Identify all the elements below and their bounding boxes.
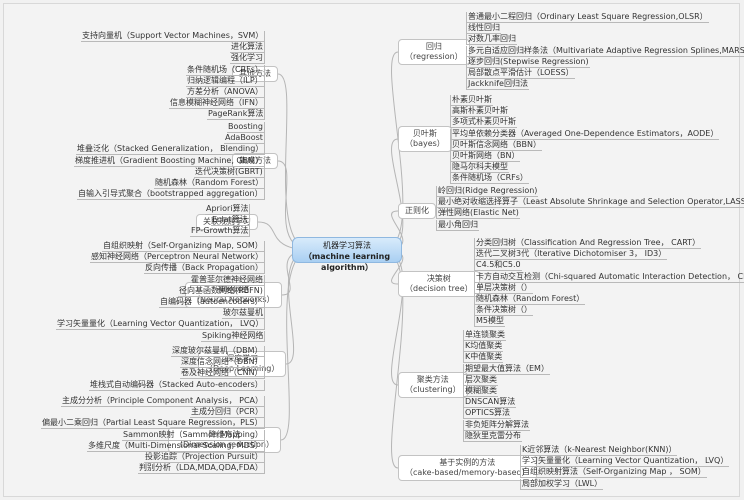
leaf-item[interactable]: K均值聚类 bbox=[463, 341, 504, 353]
leaf-item[interactable]: 方差分析（ANOVA） bbox=[186, 87, 266, 98]
leaf-item[interactable]: 感知神经网络（Perceptron Neural Network） bbox=[90, 252, 266, 264]
leaf-item[interactable]: Spiking神经网络 bbox=[201, 330, 266, 342]
leaf-item[interactable]: 隐狄里克雷分布 bbox=[463, 430, 522, 442]
leaf-item[interactable]: 梯度推进机（Gradient Boosting Machine, GBM） bbox=[74, 155, 266, 167]
leaf-item[interactable]: 隐马尔科夫模型 bbox=[450, 162, 509, 174]
leaf-item[interactable]: 学习矢量量化（Learning Vector Quantization， LVQ… bbox=[520, 456, 730, 468]
leaf-item[interactable]: 自输入引导式聚合（bootstrapped aggregation） bbox=[77, 189, 265, 201]
branch-sublabel: （clustering） bbox=[405, 385, 461, 394]
branch-label: 回归 bbox=[425, 42, 442, 51]
leaf-item[interactable]: 线性回归 bbox=[466, 23, 501, 35]
leaf-item[interactable]: 迭代二叉树3代（Iterative Dichotomiser 3， ID3） bbox=[474, 249, 668, 261]
leaf-item[interactable]: 多维尺度（Multi-Dimensional Scaling, MDS） bbox=[87, 440, 265, 452]
leaf-item[interactable]: 霍普菲尔德神经网络 bbox=[190, 274, 265, 286]
leaf-item[interactable]: 自编码器（autoencoders） bbox=[159, 297, 265, 308]
leaf-item[interactable]: Sammon映射（Sammon Mapping） bbox=[122, 429, 265, 441]
root-title: 机器学习算法 bbox=[323, 241, 371, 250]
right-branch-node[interactable]: 聚类方法 （clustering） bbox=[398, 372, 468, 398]
leaf-item[interactable]: DNSCAN算法 bbox=[463, 397, 517, 409]
branch-label: 基于实例的方法 bbox=[439, 458, 496, 467]
leaf-item[interactable]: 普通最小二程回归（Ordinary Least Square Regressio… bbox=[466, 12, 709, 23]
leaf-item[interactable]: 逐步回归(Stepwise Regression) bbox=[466, 56, 590, 68]
leaf-item[interactable]: 卡方自动交互检测（Chi-squared Automatic Interacti… bbox=[474, 271, 744, 283]
leaf-item[interactable]: 对数几率回归 bbox=[466, 34, 517, 46]
leaf-item[interactable]: 多元自适应回归样条法（Multivariate Adaptive Regress… bbox=[466, 45, 744, 57]
leaf-item[interactable]: 最小绝对收缩选择算子（Least Absolute Shrinkage and … bbox=[436, 197, 744, 209]
branch-label: 决策树 bbox=[426, 274, 451, 283]
leaf-item[interactable]: 条件随机场（CRFs） bbox=[186, 64, 265, 76]
leaf-item[interactable]: K中值聚类 bbox=[463, 352, 504, 364]
leaf-item[interactable]: 分类回归树（Classification And Regression Tree… bbox=[474, 238, 702, 249]
leaf-item[interactable]: 非负矩阵分解算法 bbox=[463, 419, 530, 431]
leaf-item[interactable]: 信息模糊神经网络（IFN） bbox=[169, 98, 265, 110]
right-branch-node[interactable]: 正则化 bbox=[398, 203, 436, 219]
leaf-item[interactable]: OPTICS算法 bbox=[463, 408, 512, 420]
leaf-item[interactable]: 多项式朴素贝叶斯 bbox=[450, 117, 517, 129]
leaf-item[interactable]: 自组织映射（Self-Organizing Map, SOM） bbox=[102, 241, 265, 252]
leaf-item[interactable]: 进化算法 bbox=[230, 42, 265, 54]
leaf-item[interactable]: 局部散点平滑估计（LOESS） bbox=[466, 68, 575, 79]
leaf-item[interactable]: 最小角回归 bbox=[436, 219, 479, 231]
leaf-item[interactable]: 贝叶斯信念网络（BBN） bbox=[450, 139, 542, 151]
leaf-item[interactable]: 朴素贝叶斯 bbox=[450, 95, 493, 106]
leaf-item[interactable]: PageRank算法 bbox=[207, 109, 266, 121]
leaf-item[interactable]: 局部加权学习（LWL） bbox=[520, 478, 604, 490]
leaf-item[interactable]: 深度信念网络（DBN） bbox=[180, 357, 265, 369]
branch-label: 聚类方法 bbox=[416, 375, 449, 384]
branch-sublabel: （cake-based/memory-based） bbox=[405, 468, 530, 477]
leaf-item[interactable]: 贝叶斯网络（BN） bbox=[450, 151, 521, 162]
leaf-item[interactable]: 径向基函数网络(RBFN) bbox=[178, 285, 265, 297]
leaf-item[interactable]: 玻尔兹曼机 bbox=[222, 308, 265, 320]
leaf-item[interactable]: 期望最大值算法（EM） bbox=[463, 363, 550, 375]
leaf-item[interactable]: 岭回归(Ridge Regression) bbox=[436, 186, 539, 197]
leaf-item[interactable]: 学习矢量量化（Learning Vector Quantization， LVQ… bbox=[56, 319, 266, 331]
branch-sublabel: （regression） bbox=[405, 52, 463, 61]
branch-sublabel: （bayes） bbox=[405, 139, 445, 148]
leaf-item[interactable]: 深度玻尔兹曼机（DBM） bbox=[171, 346, 265, 357]
leaf-item[interactable]: Eclat算法 bbox=[211, 215, 250, 227]
leaf-item[interactable]: 单连锁聚类 bbox=[463, 330, 506, 341]
leaf-item[interactable]: 随机森林（Random Forest） bbox=[474, 294, 586, 305]
root-subtitle: （machine learning algorithm） bbox=[303, 252, 391, 272]
leaf-item[interactable]: 归纳逻辑编程（ILP） bbox=[186, 75, 265, 87]
leaf-item[interactable]: 主成分分析（Principle Component Analysis， PCA） bbox=[61, 396, 266, 407]
leaf-item[interactable]: 弹性网络(Elastic Net) bbox=[436, 208, 520, 220]
leaf-item[interactable]: 高斯朴素贝叶斯 bbox=[450, 106, 509, 118]
leaf-item[interactable]: 单层决策树（） bbox=[474, 282, 533, 294]
branch-label: 正则化 bbox=[405, 206, 429, 215]
leaf-item[interactable]: FP-Growth算法 bbox=[190, 226, 251, 238]
leaf-item[interactable]: 偏最小二乘回归（Partial Least Square Regression，… bbox=[41, 418, 265, 430]
right-branch-node[interactable]: 贝叶斯 （bayes） bbox=[398, 126, 452, 152]
leaf-item[interactable]: 支持向量机（Support Vector Machines，SVM） bbox=[81, 31, 266, 42]
leaf-item[interactable]: K近邻算法（k-Nearest Neighbor(KNN)） bbox=[520, 445, 678, 456]
root-node[interactable]: 机器学习算法 （machine learning algorithm） bbox=[292, 237, 402, 272]
leaf-item[interactable]: 判别分析（LDA,MDA,QDA,FDA） bbox=[138, 463, 265, 475]
leaf-item[interactable]: AdaBoost bbox=[224, 133, 265, 145]
leaf-item[interactable]: 堆叠泛化（Stacked Generalization， Blending） bbox=[76, 144, 266, 156]
branch-sublabel: （decision tree） bbox=[405, 284, 473, 293]
leaf-item[interactable]: 平均单依赖分类器（Averaged One-Dependence Estimat… bbox=[450, 128, 720, 140]
leaf-item[interactable]: M5模型 bbox=[474, 316, 505, 328]
leaf-item[interactable]: 随机森林（Random Forest） bbox=[154, 178, 266, 189]
leaf-item[interactable]: 强化学习 bbox=[230, 53, 265, 65]
branch-label: 贝叶斯 bbox=[412, 129, 437, 138]
leaf-item[interactable]: 主成分回归（PCR） bbox=[190, 407, 265, 419]
leaf-item[interactable]: 堆栈式自动编码器（Stacked Auto-encoders） bbox=[89, 379, 265, 391]
leaf-item[interactable]: 条件决策树（） bbox=[474, 305, 533, 317]
leaf-item[interactable]: 迭代决策树(GBRT) bbox=[194, 166, 265, 178]
right-branch-node[interactable]: 回归 （regression） bbox=[398, 39, 470, 65]
leaf-item[interactable]: Boosting bbox=[227, 122, 265, 133]
leaf-item[interactable]: 层次聚类 bbox=[463, 374, 498, 386]
leaf-item[interactable]: Apriori算法 bbox=[205, 204, 251, 215]
leaf-item[interactable]: 模糊聚类 bbox=[463, 386, 498, 397]
right-branch-node[interactable]: 决策树 （decision tree） bbox=[398, 271, 480, 297]
leaf-item[interactable]: 投影追踪（Projection Pursuit） bbox=[144, 452, 265, 463]
leaf-item[interactable]: Jackknife回归法 bbox=[466, 79, 529, 91]
leaf-item[interactable]: C4.5和C5.0 bbox=[474, 260, 522, 272]
leaf-item[interactable]: 反向传播（Back Propagation） bbox=[144, 263, 265, 275]
leaf-item[interactable]: 自组织映射算法（Self-Organizing Map ， SOM） bbox=[520, 467, 707, 479]
leaf-item[interactable]: 卷及神经网络（CNN） bbox=[180, 368, 265, 380]
leaf-item[interactable]: 条件随机场（CRFs） bbox=[450, 173, 529, 185]
right-branch-node[interactable]: 基于实例的方法 （cake-based/memory-based） bbox=[398, 455, 537, 481]
